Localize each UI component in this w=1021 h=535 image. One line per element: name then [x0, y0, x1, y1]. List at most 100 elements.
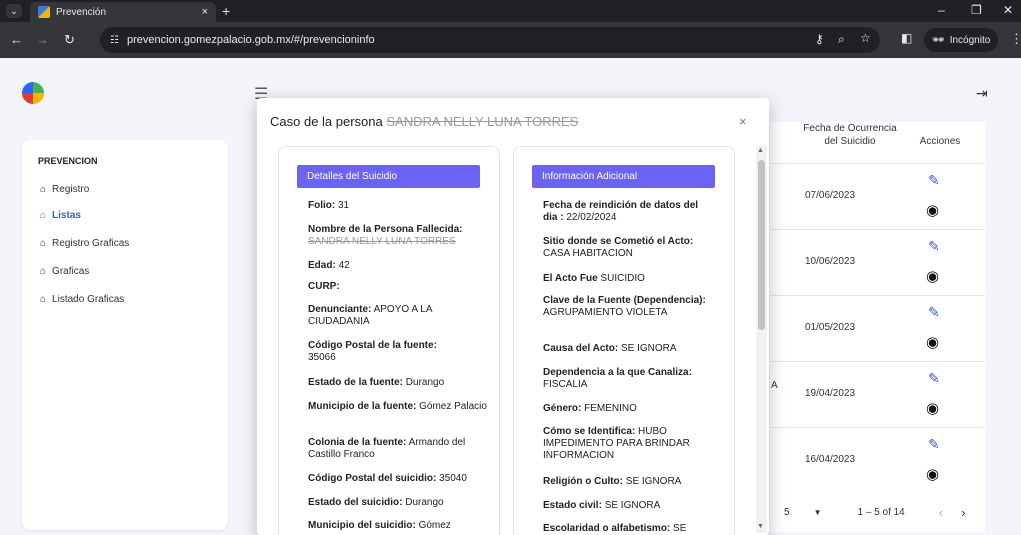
site-info-icon[interactable]: ☷	[110, 35, 119, 46]
view-eye-icon[interactable]: ◉	[926, 399, 939, 417]
view-eye-icon[interactable]: ◉	[926, 201, 939, 219]
sidebar-item-label: Graficas	[52, 266, 90, 277]
site-favicon-icon	[38, 6, 50, 18]
home-icon: ⌂	[40, 294, 47, 305]
field-edad: Edad: 42	[308, 260, 350, 271]
field-estado-fuente: Estado de la fuente: Durango	[308, 377, 445, 388]
sidebar-item-label: Listado Graficas	[52, 294, 125, 305]
tab-close-icon[interactable]: ×	[202, 6, 208, 18]
tab-search-icon[interactable]: ⌄	[6, 4, 22, 18]
incognito-label: Incógnito	[949, 34, 991, 46]
page-size-dropdown-icon[interactable]: ▼	[814, 508, 822, 517]
sidebar-section-title: PREVENCION	[38, 156, 98, 166]
logout-icon[interactable]: ⇥	[976, 85, 988, 102]
browser-tab[interactable]: Prevención ×	[30, 2, 216, 22]
field-dependencia: Dependencia a la que Canaliza: FISCALIA	[543, 367, 692, 390]
tab-title: Prevención	[56, 6, 107, 18]
browser-toolbar: ← → ↻ ☷ prevencion.gomezpalacio.gob.mx/#…	[0, 22, 1021, 58]
incognito-icon: 🕶	[932, 34, 945, 46]
restore-icon[interactable]: ❐	[971, 3, 982, 17]
forward-icon[interactable]: →	[36, 32, 49, 47]
view-eye-icon[interactable]: ◉	[926, 333, 939, 351]
zoom-icon[interactable]: ⌕	[838, 32, 845, 47]
date-cell: 07/06/2023	[805, 190, 856, 201]
home-icon: ⌂	[40, 266, 47, 277]
field-clave-fuente: Clave de la Fuente (Dependencia): AGRUPA…	[543, 295, 706, 318]
dialog-close-icon[interactable]: ×	[739, 114, 747, 129]
page-size-select[interactable]: 5	[784, 507, 790, 518]
edit-pencil-icon[interactable]: ✎	[928, 370, 940, 387]
additional-info-card: Información Adicional Fecha de reindició…	[513, 146, 735, 535]
sidebar-item-label: Listas	[52, 210, 81, 221]
field-identifica: Cómo se Identifica: HUBO IMPEDIMENTO PAR…	[543, 426, 690, 461]
field-colonia-fuente: Colonia de la fuente: Armando del Castil…	[308, 437, 466, 460]
field-folio: Folio: 31	[308, 200, 350, 211]
edit-pencil-icon[interactable]: ✎	[928, 172, 940, 189]
side-panel-icon[interactable]: ◧	[901, 31, 912, 45]
suicide-details-card: Detalles del Suicidio Folio: 31 Nombre d…	[278, 146, 500, 535]
table-row: 16/04/2023 ✎ ◉	[770, 427, 985, 493]
browser-tab-bar: ⌄ Prevención × + – ❐ ✕	[0, 0, 1021, 22]
field-causa: Causa del Acto: SE IGNORA	[543, 343, 677, 354]
dialog-title: Caso de la persona SANDRA NELLY LUNA TOR…	[270, 114, 578, 129]
edit-pencil-icon[interactable]: ✎	[928, 238, 940, 255]
field-reindicion: Fecha de reindición de datos del dia : 2…	[543, 200, 699, 223]
url-text: prevencion.gomezpalacio.gob.mx/#/prevenc…	[126, 34, 375, 46]
sidebar: PREVENCION ⌂ Registro ⌂ Listas ⌂ Registr…	[22, 140, 228, 530]
next-page-icon[interactable]: ›	[961, 505, 965, 520]
date-cell: 01/05/2023	[805, 322, 856, 333]
prev-page-icon[interactable]: ‹	[939, 505, 943, 520]
reload-icon[interactable]: ↻	[64, 32, 75, 48]
incognito-badge[interactable]: 🕶 Incógnito	[924, 28, 999, 52]
menu-kebab-icon[interactable]: ⋮	[1010, 31, 1021, 47]
minimize-icon[interactable]: –	[938, 3, 945, 17]
sidebar-item-registro[interactable]: ⌂ Registro	[40, 184, 89, 195]
new-tab-icon[interactable]: +	[222, 3, 230, 19]
sidebar-item-graficas[interactable]: ⌂ Graficas	[40, 266, 89, 277]
sidebar-item-label: Registro	[52, 184, 90, 195]
page-body: ☰ ⇥ PREVENCION ⌂ Registro ⌂ Listas ⌂ Reg…	[0, 58, 1021, 535]
partial-cell-text: A	[771, 380, 778, 391]
edit-pencil-icon[interactable]: ✎	[928, 436, 940, 453]
sidebar-item-listado-graficas[interactable]: ⌂ Listado Graficas	[40, 294, 124, 305]
table-row: 01/05/2023 ✎ ◉	[770, 295, 985, 361]
view-eye-icon[interactable]: ◉	[926, 267, 939, 285]
window-close-icon[interactable]: ✕	[1003, 3, 1013, 17]
sidebar-item-registro-graficas[interactable]: ⌂ Registro Graficas	[40, 238, 129, 249]
field-genero: Género: FEMENINO	[543, 403, 637, 414]
scroll-up-icon[interactable]: ▲	[757, 147, 764, 154]
page-range-text: 1 – 5 of 14	[857, 506, 905, 518]
home-icon: ⌂	[40, 184, 47, 195]
column-header-fecha[interactable]: Fecha de Ocurrencia del Suicidio	[800, 122, 900, 148]
table-row: 19/04/2023 ✎ ◉	[770, 361, 985, 427]
sidebar-item-label: Registro Graficas	[52, 238, 130, 249]
dialog-scrollbar[interactable]: ▲ ▼	[756, 146, 767, 533]
edit-pencil-icon[interactable]: ✎	[928, 304, 940, 321]
field-religion: Religión o Culto: SE IGNORA	[543, 476, 682, 487]
table-row: 07/06/2023 ✎ ◉	[770, 163, 985, 229]
field-municipio-fuente: Municipio de la fuente: Gómez Palacio	[308, 401, 487, 412]
home-icon: ⌂	[40, 210, 47, 221]
paginator: 5 ▼ 1 – 5 of 14 ‹ ›	[770, 498, 985, 526]
view-eye-icon[interactable]: ◉	[926, 465, 939, 483]
date-cell: 10/06/2023	[805, 256, 856, 267]
dialog-title-prefix: Caso de la persona	[270, 114, 383, 129]
sidebar-item-listas[interactable]: ⌂ Listas	[40, 210, 81, 221]
scrollbar-thumb[interactable]	[758, 160, 765, 330]
dialog-title-name: SANDRA NELLY LUNA TORRES	[386, 114, 579, 129]
field-cp-suicidio: Código Postal del suicidio: 35040	[308, 473, 467, 484]
address-bar[interactable]: ☷ prevencion.gomezpalacio.gob.mx/#/preve…	[100, 27, 880, 53]
field-estado-suicidio: Estado del suicidio: Durango	[308, 497, 444, 508]
field-municipio-suicidio: Municipio del suicidio: Gómez	[308, 520, 451, 531]
field-denunciante: Denunciante: APOYO A LA CIUDADANIA	[308, 304, 432, 327]
table-row: 10/06/2023 ✎ ◉	[770, 229, 985, 295]
scroll-down-icon[interactable]: ▼	[757, 523, 764, 530]
key-icon[interactable]: ⚷	[815, 32, 824, 46]
back-icon[interactable]: ←	[10, 32, 23, 47]
card-heading: Detalles del Suicidio	[297, 165, 480, 188]
column-header-acciones: Acciones	[919, 136, 961, 147]
field-nombre: Nombre de la Persona Fallecida: SANDRA NE…	[308, 224, 463, 247]
field-curp: CURP:	[308, 281, 340, 292]
case-details-dialog: Caso de la persona SANDRA NELLY LUNA TOR…	[257, 98, 769, 535]
bookmark-star-icon[interactable]: ☆	[860, 31, 871, 45]
